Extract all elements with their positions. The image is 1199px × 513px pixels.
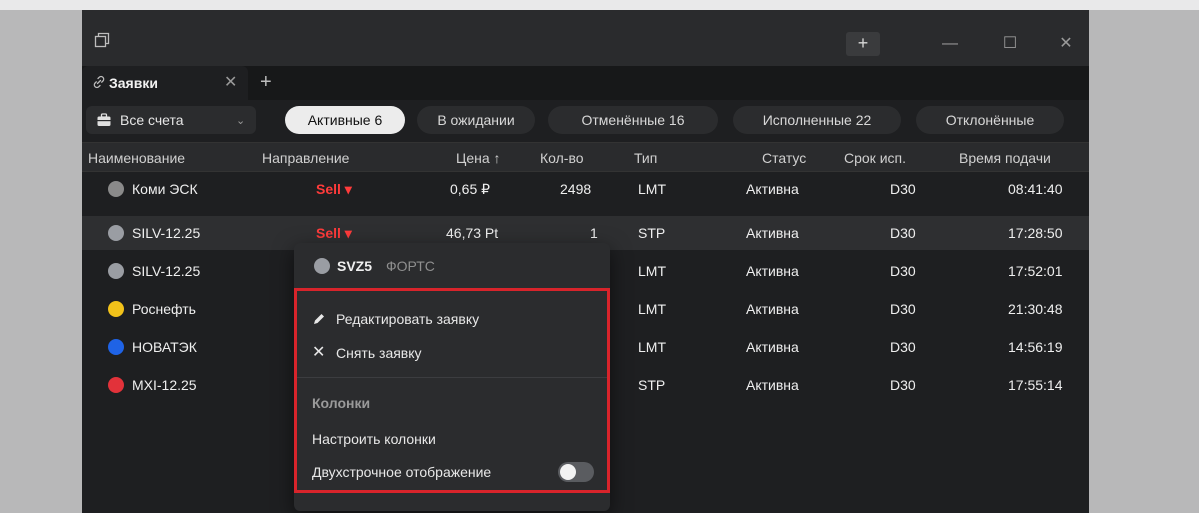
cell-name: SILV-12.25 [132, 225, 201, 241]
backdrop-right [1089, 10, 1199, 513]
cell-term: D30 [890, 263, 916, 279]
cell-name: НОВАТЭК [132, 339, 197, 355]
cell-side: Sell ▾ [316, 225, 352, 241]
link-icon [92, 75, 106, 89]
cancel-order-item[interactable]: Снять заявку [336, 345, 422, 361]
cell-time: 17:28:50 [1008, 225, 1063, 241]
context-menu-header: SVZ5 ФОРТС [294, 243, 610, 287]
instrument-icon [108, 263, 124, 279]
col-time[interactable]: Время подачи [959, 150, 1051, 166]
instrument-icon [108, 225, 124, 241]
cell-time: 08:41:40 [1008, 181, 1063, 197]
cell-name: Роснефть [132, 301, 196, 317]
col-qty[interactable]: Кол-во [540, 150, 584, 166]
columns-section-title: Колонки [312, 395, 371, 411]
orders-window: + — ☐ ✕ Заявки ✕ + Все счета ⌄ Активные … [82, 10, 1089, 513]
cell-term: D30 [890, 377, 916, 393]
add-tab-icon[interactable]: + [260, 71, 272, 94]
instrument-icon [108, 181, 124, 197]
cell-type: STP [638, 225, 666, 241]
chevron-down-icon: ⌄ [236, 115, 246, 127]
cell-term: D30 [890, 225, 916, 241]
col-price[interactable]: Цена ↑ [456, 150, 501, 166]
instrument-icon [108, 377, 124, 393]
cell-name: Коми ЭСК [132, 181, 198, 197]
context-menu: SVZ5 ФОРТС Редактировать заявку ✕ Снять … [294, 243, 610, 511]
cell-name: SILV-12.25 [132, 263, 201, 279]
tab-orders[interactable]: Заявки ✕ [82, 66, 248, 100]
cell-status: Активна [746, 301, 799, 317]
cell-type: LMT [638, 301, 666, 317]
pencil-icon [312, 312, 326, 326]
menu-divider [297, 377, 607, 378]
cell-status: Активна [746, 181, 799, 197]
cell-type: LMT [638, 339, 666, 355]
filter-rejected[interactable]: Отклонённые [916, 106, 1064, 134]
cell-price: 0,65 ₽ [450, 181, 491, 197]
new-widget-button[interactable]: + [846, 32, 880, 56]
cell-term: D30 [890, 339, 916, 355]
col-type[interactable]: Тип [634, 150, 657, 166]
configure-columns-item[interactable]: Настроить колонки [312, 431, 436, 447]
cell-price: 46,73 Pt [446, 225, 499, 241]
backdrop-left [0, 10, 82, 513]
accounts-label: Все счета [120, 112, 184, 128]
cell-type: STP [638, 377, 666, 393]
col-term[interactable]: Срок исп. [844, 150, 906, 166]
cell-time: 17:52:01 [1008, 263, 1063, 279]
cell-status: Активна [746, 339, 799, 355]
col-status[interactable]: Статус [762, 150, 806, 166]
cell-term: D30 [890, 301, 916, 317]
cell-type: LMT [638, 181, 666, 197]
briefcase-icon [96, 112, 112, 128]
instrument-icon [108, 339, 124, 355]
cell-qty: 1 [590, 225, 598, 241]
toggle-knob [560, 464, 576, 480]
two-line-toggle[interactable] [558, 462, 594, 482]
filter-executed[interactable]: Исполненные 22 [733, 106, 901, 134]
close-icon: ✕ [312, 344, 326, 361]
cell-term: D30 [890, 181, 916, 197]
two-line-display-item[interactable]: Двухстрочное отображение [312, 464, 491, 480]
menu-market: ФОРТС [386, 258, 435, 274]
col-name[interactable]: Наименование [88, 150, 185, 166]
tab-bar: Заявки ✕ + [82, 66, 1089, 100]
cell-type: LMT [638, 263, 666, 279]
filter-active[interactable]: Активные 6 [285, 106, 405, 134]
menu-ticker: SVZ5 [337, 258, 373, 274]
filter-bar: Все счета ⌄ Активные 6 В ожидании Отменё… [82, 100, 1089, 142]
table-row[interactable]: Коми ЭСК Sell ▾ 0,65 ₽ 2498 LMT Активна … [82, 172, 1089, 206]
table-header: Наименование Направление Цена ↑ Кол-во Т… [82, 142, 1089, 172]
cell-status: Активна [746, 263, 799, 279]
tab-label: Заявки [109, 75, 158, 91]
window-restore-icon[interactable] [94, 32, 110, 48]
cell-status: Активна [746, 225, 799, 241]
close-window-button[interactable]: ✕ [1054, 32, 1078, 56]
accounts-dropdown[interactable]: Все счета ⌄ [86, 106, 256, 134]
cell-side: Sell ▾ [316, 181, 352, 197]
filter-pending[interactable]: В ожидании [417, 106, 535, 134]
cell-time: 21:30:48 [1008, 301, 1063, 317]
instrument-icon [108, 301, 124, 317]
col-direction[interactable]: Направление [262, 150, 349, 166]
close-tab-icon[interactable]: ✕ [224, 72, 237, 92]
filter-cancelled[interactable]: Отменённые 16 [548, 106, 718, 134]
minimize-button[interactable]: — [938, 32, 962, 56]
title-bar: + — ☐ ✕ [82, 10, 1089, 66]
maximize-button[interactable]: ☐ [998, 32, 1022, 56]
cell-name: MXI-12.25 [132, 377, 197, 393]
instrument-icon [314, 258, 330, 274]
cell-qty: 2498 [560, 181, 592, 197]
cell-time: 17:55:14 [1008, 377, 1063, 393]
edit-order-item[interactable]: Редактировать заявку [336, 311, 479, 327]
cell-time: 14:56:19 [1008, 339, 1063, 355]
cell-status: Активна [746, 377, 799, 393]
